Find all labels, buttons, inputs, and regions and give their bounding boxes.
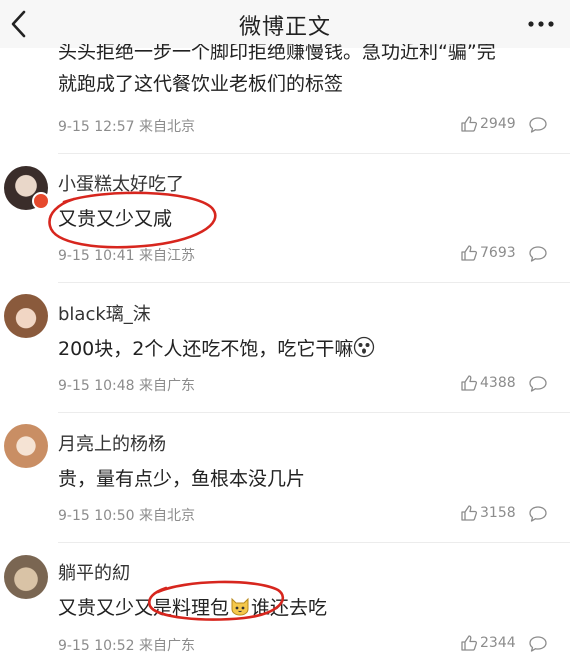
like-button[interactable]: 2344 [460, 634, 530, 654]
comment-meta: 9-15 12:57 来自北京 [58, 119, 196, 135]
like-button[interactable]: 4388 [460, 374, 530, 394]
thumbs-up-icon [461, 635, 478, 651]
like-button[interactable]: 7693 [460, 244, 530, 264]
comment-username[interactable]: 小蛋糕太好吃了 [58, 170, 184, 196]
like-button[interactable]: 3158 [460, 504, 530, 524]
comment-bubble-icon [529, 636, 547, 652]
comment-meta: 9-15 10:48 来自广东 [58, 378, 196, 394]
thumbs-up-icon [461, 245, 478, 261]
comment-bubble-icon [529, 376, 547, 392]
more-dots-icon [528, 21, 554, 27]
comment-text: 又贵又少又咸 [58, 208, 173, 230]
reply-button[interactable] [528, 245, 548, 263]
previous-comment-text: 头头拒绝一步一个脚印拒绝赚慢钱。急功近利“骗”完 就跑成了这代餐饮业老板们的标签 [58, 44, 548, 100]
cat-face-emoji-icon [231, 597, 249, 616]
avatar[interactable] [4, 424, 48, 468]
page-title: 微博正文 [238, 15, 331, 40]
comment-text: 又贵又少又是料理包 谁还去吃 [58, 593, 327, 620]
thumbs-up-icon [461, 375, 478, 391]
reply-button[interactable] [528, 505, 548, 523]
previous-comment-line2: 就跑成了这代餐饮业老板们的标签 [58, 73, 344, 95]
comment-username[interactable]: 躺平的糿 [58, 559, 130, 585]
thumbs-up-icon [461, 116, 478, 132]
reply-button[interactable] [528, 116, 548, 134]
reply-button[interactable] [528, 635, 548, 653]
divider [58, 412, 570, 413]
surprised-face-emoji-icon [354, 336, 375, 358]
thumbs-up-icon [461, 505, 478, 521]
comment-text-part2: 谁还去吃 [251, 597, 328, 619]
like-button[interactable]: 2949 [460, 115, 530, 135]
reply-button[interactable] [528, 375, 548, 393]
comment-text: 贵，量有点少，鱼根本没几片 [58, 468, 306, 490]
comment-bubble-icon [529, 117, 547, 133]
like-count: 4388 [480, 375, 516, 391]
like-count: 3158 [480, 505, 516, 521]
divider [58, 542, 570, 543]
comment-text: 200块，2个人还吃不饱，吃它干嘛 [58, 334, 375, 361]
like-count: 2344 [480, 635, 516, 651]
avatar[interactable] [4, 294, 48, 338]
verified-badge-icon [32, 192, 50, 210]
avatar[interactable] [4, 555, 48, 599]
comment-username[interactable]: 月亮上的杨杨 [58, 430, 166, 456]
comment-bubble-icon [529, 506, 547, 522]
divider [58, 282, 570, 283]
more-button[interactable] [526, 12, 556, 36]
comment-text-part1: 又贵又少又是料理包 [58, 597, 230, 619]
comment-text-content: 200块，2个人还吃不饱，吃它干嘛 [58, 338, 354, 360]
divider [58, 153, 570, 154]
previous-comment-line1: 头头拒绝一步一个脚印拒绝赚慢钱。急功近利“骗”完 [58, 44, 496, 63]
comment-username[interactable]: black璃_沫 [58, 300, 151, 326]
comment-meta: 9-15 10:41 来自江苏 [58, 248, 196, 264]
comment-meta: 9-15 10:50 来自北京 [58, 508, 196, 524]
top-nav-bar: 微博正文 [0, 0, 570, 48]
comment-meta: 9-15 10:52 来自广东 [58, 638, 196, 654]
comment-bubble-icon [529, 246, 547, 262]
like-count: 7693 [480, 245, 516, 261]
like-count: 2949 [480, 116, 516, 132]
